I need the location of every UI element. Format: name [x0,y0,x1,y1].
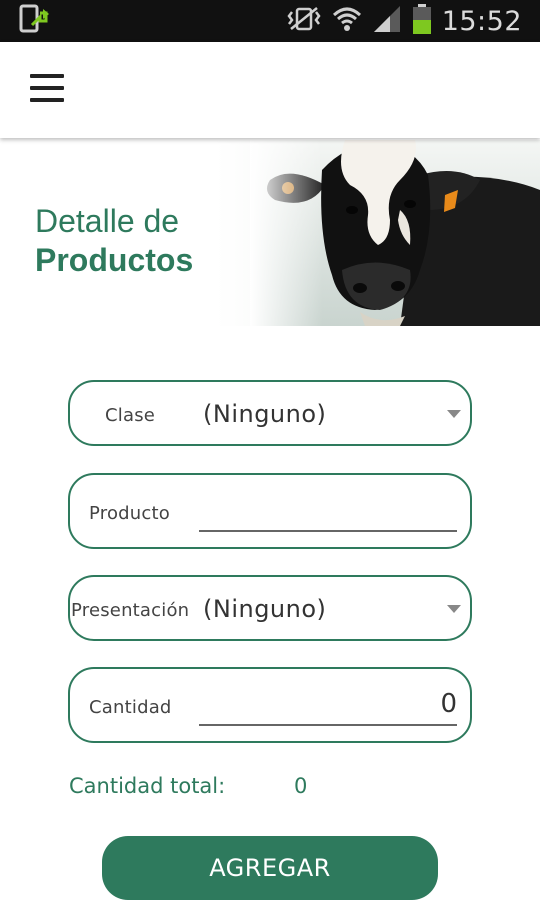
page-title-line2: Productos [35,242,194,279]
presentacion-label: Presentación [71,600,190,621]
cantidad-input[interactable]: 0 [199,689,457,726]
chevron-down-icon [447,605,461,613]
wifi-icon [332,4,362,39]
page-title: Detalle de Productos [35,202,193,280]
battery-icon [412,3,432,40]
status-bar: 15:52 [0,0,540,42]
presentacion-select[interactable]: Presentación (Ninguno) [68,575,472,641]
signal-icon [372,4,402,39]
screen-share-icon [18,3,52,40]
producto-input[interactable] [199,504,457,532]
clase-value: (Ninguno) [203,400,327,428]
presentacion-value: (Ninguno) [203,595,327,623]
chevron-down-icon [447,410,461,418]
app-bar [0,42,540,138]
cantidad-label: Cantidad [89,697,172,718]
cow-photo [250,140,540,326]
page-title-line1: Detalle de [35,203,180,239]
status-left [0,0,52,42]
status-time: 15:52 [441,5,522,37]
clase-label: Clase [105,405,156,426]
status-right: 15:52 [286,0,540,42]
hamburger-menu-icon[interactable] [30,74,64,102]
total-value: 0 [294,774,308,798]
clase-select[interactable]: Clase (Ninguno) [68,380,472,446]
vibrate-icon [286,5,322,38]
cantidad-field: Cantidad 0 [68,667,472,743]
banner: Detalle de Productos [0,140,540,326]
producto-field: Producto [68,473,472,549]
add-button[interactable]: AGREGAR [102,836,438,900]
total-label: Cantidad total: [69,774,226,798]
producto-label: Producto [89,503,170,524]
